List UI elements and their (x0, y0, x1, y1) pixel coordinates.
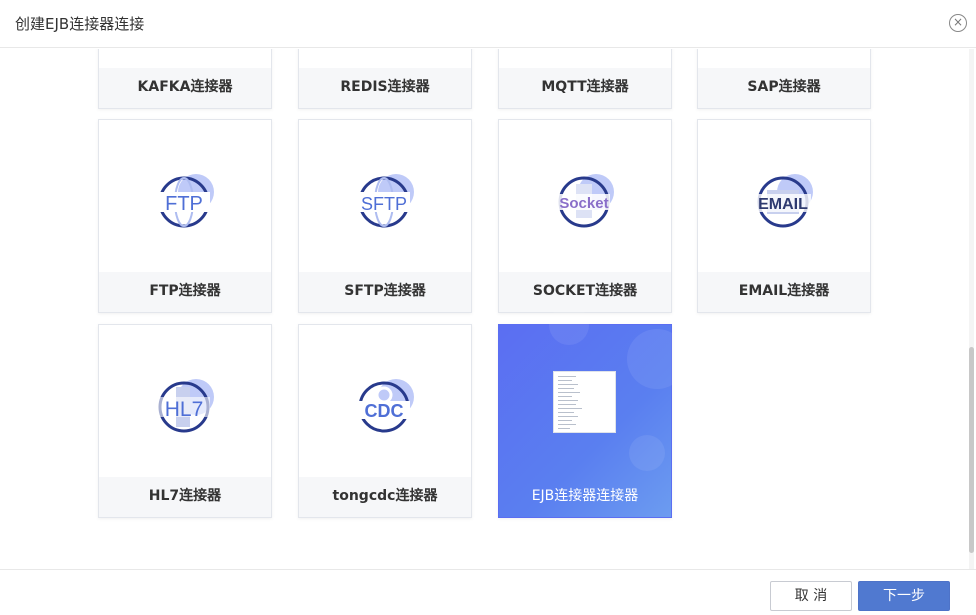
connector-card-sftp[interactable]: SFTP SFTP连接器 (298, 119, 472, 313)
connector-label: EJB连接器连接器 (531, 488, 639, 504)
connector-label: SFTP连接器 (299, 272, 471, 312)
cancel-button[interactable]: 取 消 (770, 581, 852, 611)
svg-text:CDC: CDC (365, 401, 404, 421)
dialog-header: 创建EJB连接器连接 × (0, 0, 976, 48)
connector-label: SOCKET连接器 (499, 272, 671, 312)
connector-card-email[interactable]: EMAIL EMAIL连接器 (697, 119, 871, 313)
scrollbar[interactable] (969, 49, 974, 569)
dialog-footer: 取 消 下一步 (0, 569, 976, 615)
scrollbar-thumb[interactable] (969, 347, 974, 553)
connector-card-sap[interactable]: SAP连接器 (697, 49, 871, 109)
connector-label: tongcdc连接器 (299, 477, 471, 517)
connector-card-socket[interactable]: Socket SOCKET连接器 (498, 119, 672, 313)
cdc-logo-icon: CDC (358, 379, 414, 433)
connector-card-hl7[interactable]: HL7 HL7连接器 (98, 324, 272, 518)
ftp-logo-icon: FTP (158, 174, 214, 228)
close-icon[interactable]: × (949, 14, 967, 32)
email-logo-icon: EMAIL (755, 174, 813, 228)
svg-text:Socket: Socket (559, 195, 608, 212)
next-button[interactable]: 下一步 (858, 581, 950, 611)
socket-logo-icon: Socket (558, 174, 614, 228)
connector-label: KAFKA连接器 (99, 68, 271, 108)
sftp-logo-icon: SFTP (358, 174, 414, 228)
connector-card-ejb[interactable]: EJB连接器连接器 (498, 305, 687, 518)
svg-text:EMAIL: EMAIL (758, 196, 808, 213)
connector-label: REDIS连接器 (299, 68, 471, 108)
create-connection-dialog: 创建EJB连接器连接 × KAFKA连接器 REDIS连接器 MQTT连接器 S… (0, 0, 976, 615)
connector-card-redis[interactable]: REDIS连接器 (298, 49, 472, 109)
connector-label: FTP连接器 (99, 272, 271, 312)
connector-label: HL7连接器 (99, 477, 271, 517)
connector-card-tongcdc[interactable]: CDC tongcdc连接器 (298, 324, 472, 518)
connector-label: MQTT连接器 (499, 68, 671, 108)
dialog-title: 创建EJB连接器连接 (15, 15, 145, 33)
connector-label: EMAIL连接器 (698, 272, 870, 312)
connector-label: SAP连接器 (698, 68, 870, 108)
connector-card-ftp[interactable]: FTP FTP连接器 (98, 119, 272, 313)
svg-text:FTP: FTP (165, 193, 203, 215)
hl7-logo-icon: HL7 (158, 379, 214, 433)
svg-text:SFTP: SFTP (361, 194, 407, 214)
connector-grid[interactable]: KAFKA连接器 REDIS连接器 MQTT连接器 SAP连接器 FTP FTP… (0, 49, 976, 569)
connector-card-kafka[interactable]: KAFKA连接器 (98, 49, 272, 109)
document-icon (553, 371, 616, 433)
svg-text:HL7: HL7 (165, 398, 204, 421)
connector-card-mqtt[interactable]: MQTT连接器 (498, 49, 672, 109)
